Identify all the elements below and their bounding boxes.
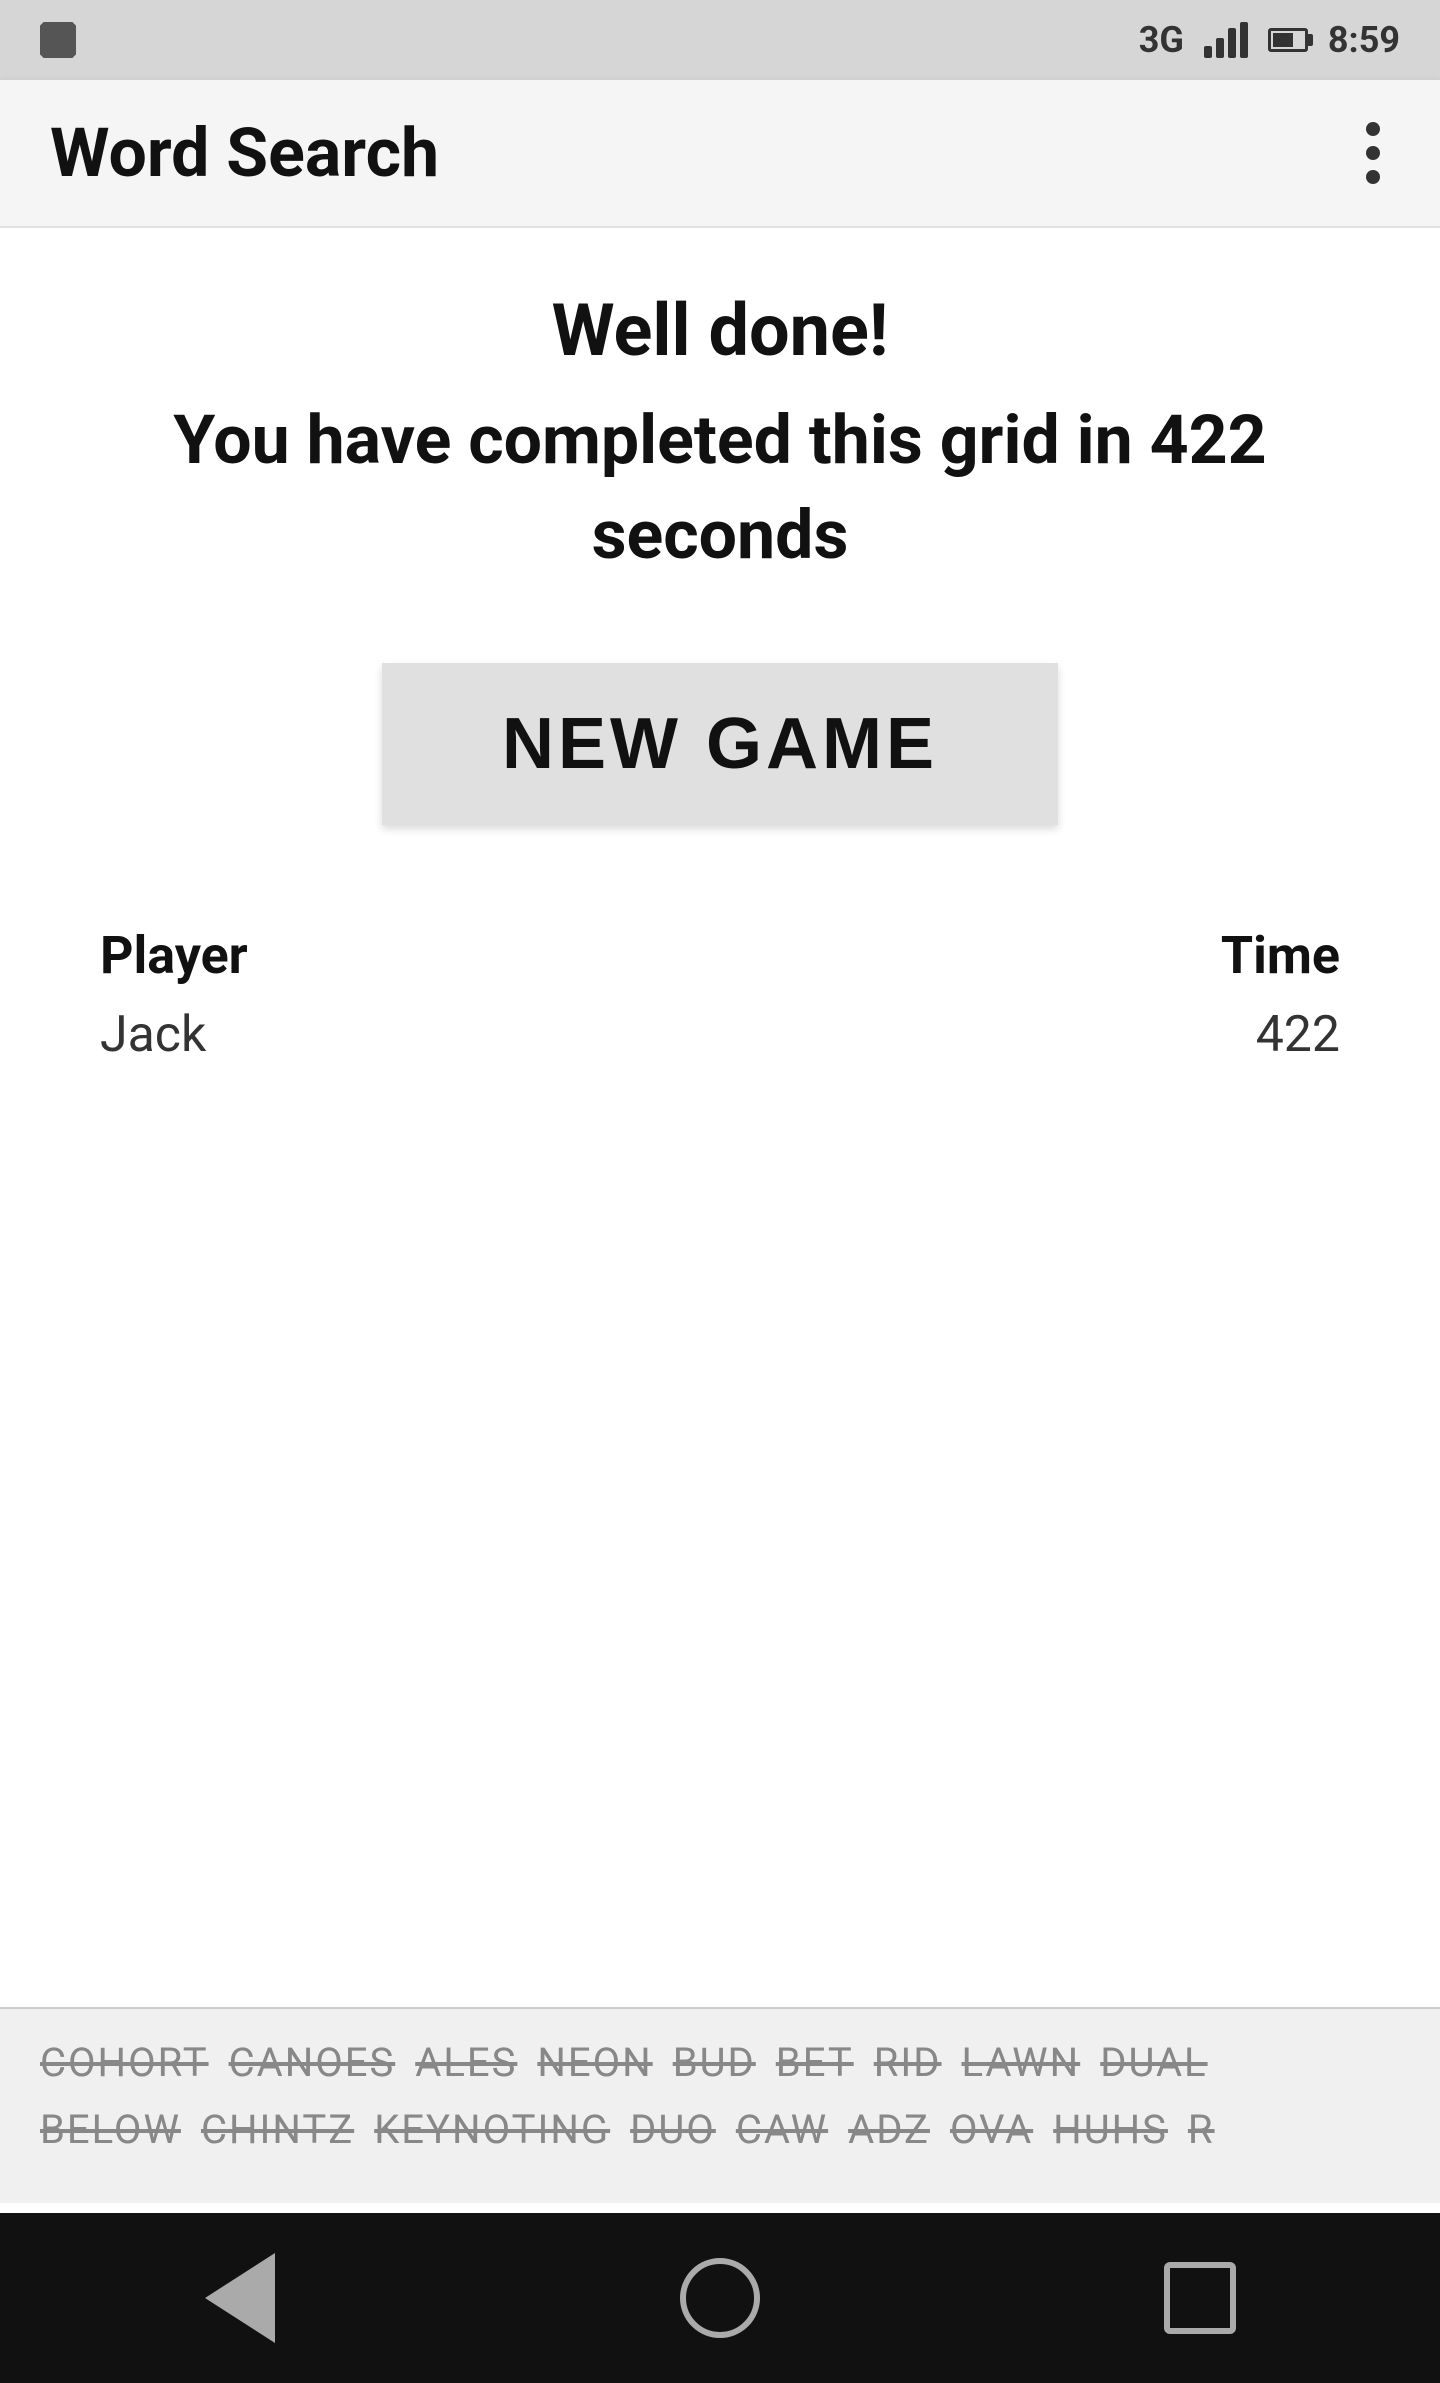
list-item: DUAL: [1100, 2039, 1207, 2086]
list-item: BUD: [673, 2039, 756, 2086]
list-item: HUHS: [1053, 2106, 1168, 2153]
app-bar: Word Search: [0, 80, 1440, 228]
list-item: R: [1188, 2106, 1215, 2153]
signal-icon: [1204, 22, 1248, 58]
list-item: KEYNOTING: [374, 2106, 610, 2153]
word-list-section: COHORT CANOES ALES NEON BUD BET RID LAWN…: [0, 2007, 1440, 2203]
main-content: Well done! You have completed this grid …: [0, 228, 1440, 1164]
list-item: ALES: [415, 2039, 517, 2086]
home-icon: [680, 2258, 760, 2338]
time-value: 422: [1256, 1006, 1340, 1064]
completion-subtitle: You have completed this grid in 422 seco…: [80, 393, 1360, 583]
menu-dot-1: [1366, 122, 1380, 136]
menu-dot-3: [1366, 170, 1380, 184]
list-item: CHINTZ: [201, 2106, 354, 2153]
new-game-container: NEW GAME: [80, 663, 1360, 825]
list-item: ADZ: [848, 2106, 930, 2153]
status-bar-left: [40, 22, 76, 58]
word-list-row-2: BELOW CHINTZ KEYNOTING DUO CAW ADZ OVA H…: [40, 2106, 1400, 2153]
sim-icon: [40, 22, 76, 58]
player-value: Jack: [100, 1006, 206, 1064]
recent-icon: [1164, 2262, 1236, 2334]
signal-label: 3G: [1139, 19, 1184, 61]
nav-back-button[interactable]: [190, 2248, 290, 2348]
completion-line2: You have completed this grid in 422: [173, 400, 1266, 480]
score-data-row: Jack 422: [100, 1006, 1340, 1064]
back-icon: [205, 2253, 275, 2343]
completion-message: Well done! You have completed this grid …: [80, 288, 1360, 583]
app-title: Word Search: [50, 113, 439, 193]
score-header-row: Player Time: [100, 925, 1340, 986]
list-item: RID: [874, 2039, 942, 2086]
list-item: BELOW: [40, 2106, 181, 2153]
menu-button[interactable]: [1356, 112, 1390, 194]
list-item: OVA: [950, 2106, 1033, 2153]
status-bar: 3G 8:59: [0, 0, 1440, 80]
word-list-row-1: COHORT CANOES ALES NEON BUD BET RID LAWN…: [40, 2039, 1400, 2086]
battery-icon: [1268, 28, 1308, 52]
time-display: 8:59: [1328, 19, 1400, 61]
nav-recent-button[interactable]: [1150, 2248, 1250, 2348]
nav-bar: [0, 2213, 1440, 2383]
time-header: Time: [1221, 925, 1340, 986]
list-item: NEON: [537, 2039, 652, 2086]
list-item: CAW: [736, 2106, 828, 2153]
list-item: CANOES: [229, 2039, 396, 2086]
list-item: BET: [776, 2039, 854, 2086]
completion-title: Well done!: [80, 288, 1360, 373]
status-bar-right: 3G 8:59: [1139, 19, 1400, 61]
list-item: COHORT: [40, 2039, 209, 2086]
player-header: Player: [100, 925, 248, 986]
nav-home-button[interactable]: [670, 2248, 770, 2348]
menu-dot-2: [1366, 146, 1380, 160]
new-game-button[interactable]: NEW GAME: [382, 663, 1058, 825]
score-table: Player Time Jack 422: [80, 925, 1360, 1064]
list-item: LAWN: [962, 2039, 1081, 2086]
list-item: DUO: [630, 2106, 716, 2153]
completion-line3: seconds: [592, 495, 849, 575]
